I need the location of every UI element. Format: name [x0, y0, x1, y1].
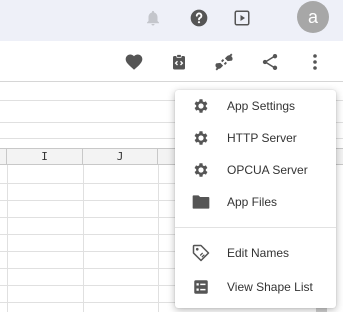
share-icon[interactable] [258, 50, 282, 74]
grid-line [0, 234, 175, 235]
column-header-i[interactable]: I [7, 149, 83, 164]
folder-icon [191, 192, 211, 212]
top-bar: a [0, 0, 343, 41]
menu-item-app-files[interactable]: App Files [175, 186, 336, 218]
gear-icon [191, 160, 211, 180]
grid-line [0, 302, 175, 303]
menu-item-app-settings[interactable]: App Settings [175, 90, 336, 122]
grid-line [0, 268, 175, 269]
overflow-menu: App Settings HTTP Server OPCUA Server Ap… [175, 90, 336, 308]
menu-item-edit-names[interactable]: Edit Names [175, 237, 336, 269]
gear-icon [191, 96, 211, 116]
heart-icon[interactable] [122, 50, 146, 74]
toolbar [0, 41, 343, 81]
clipboard-code-icon[interactable] [167, 50, 191, 74]
grid-line [0, 285, 175, 286]
tag-icon [191, 243, 211, 263]
menu-divider [175, 227, 336, 228]
menu-item-opcua-server[interactable]: OPCUA Server [175, 154, 336, 186]
grid-line [0, 217, 175, 218]
plug-icon[interactable] [212, 50, 236, 74]
bell-icon[interactable] [141, 6, 165, 30]
menu-item-http-server[interactable]: HTTP Server [175, 122, 336, 154]
grid-line [83, 165, 84, 312]
help-icon[interactable] [187, 6, 211, 30]
column-header-j[interactable]: J [83, 149, 158, 164]
grid-line [0, 183, 175, 184]
list-box-icon [191, 277, 211, 297]
grid-line [0, 200, 175, 201]
menu-item-view-shape-list[interactable]: View Shape List [175, 271, 336, 303]
more-vert-icon[interactable] [303, 50, 327, 74]
grid-line [158, 165, 159, 312]
column-header-h[interactable] [0, 149, 7, 164]
avatar[interactable]: a [297, 1, 329, 33]
grid-line [7, 165, 8, 312]
grid-line [0, 251, 175, 252]
play-box-icon[interactable] [230, 6, 254, 30]
gear-icon [191, 128, 211, 148]
